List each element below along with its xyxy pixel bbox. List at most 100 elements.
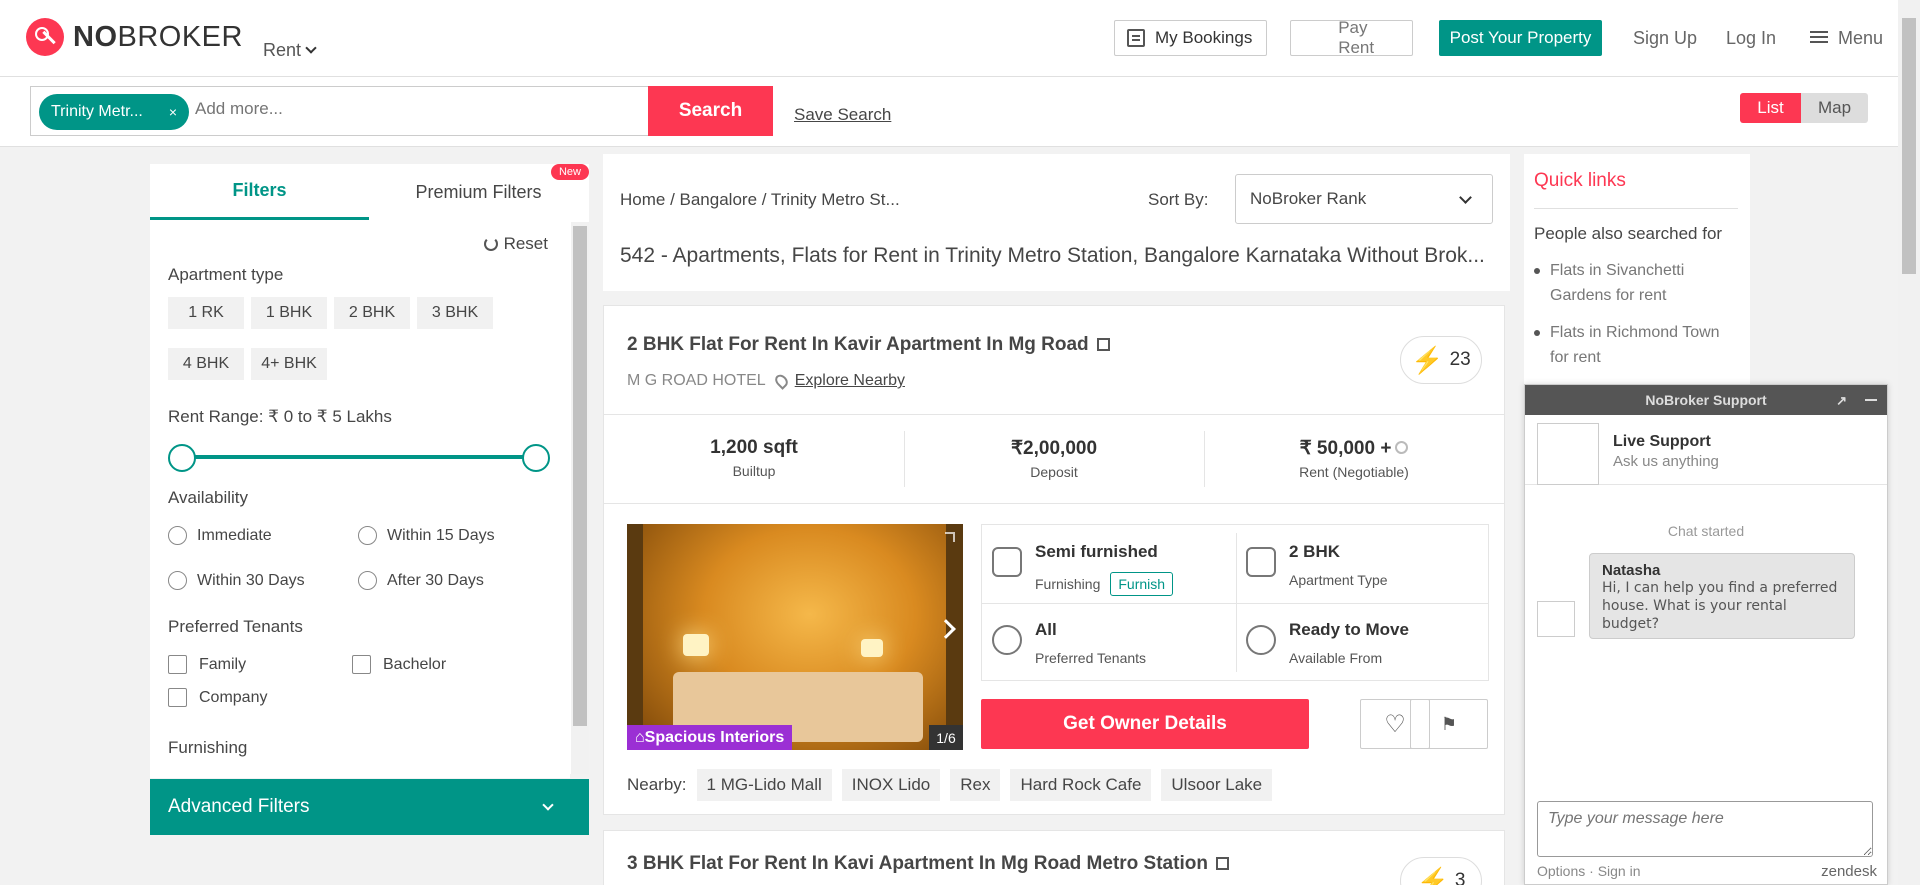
- nobroker-logo[interactable]: NOBROKER: [26, 18, 243, 56]
- post-property-button[interactable]: Post Your Property: [1439, 20, 1602, 56]
- filters-panel: Filters Premium Filters New Reset Apartm…: [150, 164, 589, 778]
- reset-button[interactable]: Reset: [483, 234, 548, 254]
- list-view-button[interactable]: List: [1740, 93, 1801, 123]
- scrollbar-thumb[interactable]: [1902, 18, 1916, 274]
- log-in-link[interactable]: Log In: [1726, 28, 1776, 49]
- page-scrollbar[interactable]: [1898, 0, 1920, 885]
- property-photo[interactable]: ⌂ Spacious Interiors 1/6: [627, 524, 963, 750]
- property-title[interactable]: 2 BHK Flat For Rent In Kavir Apartment I…: [627, 334, 1110, 356]
- zendesk-brand[interactable]: zendesk: [1821, 863, 1877, 880]
- tenant-option[interactable]: Bachelor: [352, 655, 446, 674]
- quick-links-list: Flats in Sivanchetti Gardens for rent Fl…: [1534, 258, 1740, 382]
- search-button[interactable]: Search: [648, 86, 773, 136]
- tenant-option[interactable]: Family: [168, 655, 246, 674]
- info-icon[interactable]: [1395, 441, 1409, 454]
- filter-tabs: Filters Premium Filters New: [150, 164, 589, 220]
- rent-dropdown[interactable]: Rent: [263, 40, 317, 61]
- key-icon: [1246, 625, 1276, 655]
- nearby-chip[interactable]: Hard Rock Cafe: [1010, 769, 1152, 801]
- person-icon: [992, 625, 1022, 655]
- tenant-option[interactable]: Company: [168, 688, 267, 707]
- checkbox: [168, 688, 187, 707]
- availability-option[interactable]: Within 30 Days: [168, 571, 305, 590]
- quick-link-item[interactable]: Flats in Sivanchetti Gardens for rent: [1534, 258, 1740, 308]
- external-link-icon[interactable]: [1096, 338, 1110, 351]
- property-title[interactable]: 3 BHK Flat For Rent In Kavi Apartment In…: [627, 853, 1229, 875]
- apt-type-option[interactable]: 4+ BHK: [251, 348, 327, 380]
- deposit-stat: ₹2,00,000 Deposit: [904, 415, 1204, 503]
- explore-nearby-link[interactable]: Explore Nearby: [795, 372, 905, 390]
- apt-type-option[interactable]: 1 BHK: [251, 297, 327, 329]
- save-search-link[interactable]: Save Search: [794, 105, 891, 125]
- apt-type-option[interactable]: 4 BHK: [168, 348, 244, 380]
- property-location: M G ROAD HOTEL Explore Nearby: [627, 372, 905, 390]
- chat-options-link[interactable]: Options · Sign in: [1537, 863, 1641, 879]
- lamp-shape: [861, 639, 883, 657]
- reset-icon: [483, 237, 498, 251]
- agent-info: Live Support Ask us anything: [1525, 415, 1887, 485]
- chevron-down-icon: [1459, 191, 1472, 204]
- sender-avatar: [1537, 601, 1575, 637]
- my-bookings-button[interactable]: My Bookings: [1114, 20, 1267, 56]
- radio-button: [358, 571, 377, 590]
- hamburger-menu-icon[interactable]: [1810, 31, 1828, 43]
- filters-scrollbar[interactable]: [571, 222, 589, 774]
- search-box: Trinity Metr... ×: [30, 86, 650, 136]
- availability-option[interactable]: Within 15 Days: [358, 526, 495, 545]
- external-link-icon[interactable]: [1215, 857, 1229, 870]
- location-chip[interactable]: Trinity Metr... ×: [39, 94, 189, 130]
- nearby-chip[interactable]: INOX Lido: [841, 769, 941, 801]
- breadcrumb[interactable]: Home / Bangalore / Trinity Metro St...: [620, 190, 900, 210]
- pay-rent-button[interactable]: Pay Rent: [1290, 18, 1920, 353]
- expand-icon[interactable]: [945, 532, 955, 542]
- checkbox: [168, 655, 187, 674]
- availability-option[interactable]: Immediate: [168, 526, 272, 545]
- score-badge: ⚡ 23: [1400, 336, 1482, 384]
- top-header: NOBROKER Rent My Bookings Pay Rent Post …: [0, 0, 1920, 353]
- chip-close-icon[interactable]: ×: [169, 104, 177, 120]
- building-icon: [1246, 547, 1276, 577]
- bookings-icon: [1127, 29, 1145, 47]
- logo-text: NOBROKER: [73, 20, 243, 53]
- property-details: Semi furnished Furnishing Furnish 2 BHK A…: [981, 524, 1489, 681]
- furnish-tag[interactable]: Furnish: [1110, 572, 1174, 596]
- quick-link-item[interactable]: Flats in Richmond Town for rent: [1534, 320, 1740, 370]
- advanced-filters-button[interactable]: Advanced Filters: [150, 779, 589, 835]
- chevron-down-icon: [542, 799, 554, 811]
- lightning-icon: ⚡: [1416, 865, 1449, 885]
- preferred-tenants-label: Preferred Tenants: [168, 617, 303, 636]
- apt-type-option[interactable]: 3 BHK: [417, 297, 493, 329]
- slider-min-handle[interactable]: [168, 444, 196, 472]
- report-button[interactable]: ⚑: [1410, 699, 1488, 749]
- sign-up-link[interactable]: Sign Up: [1633, 28, 1697, 49]
- slider-max-handle[interactable]: [522, 444, 550, 472]
- sort-dropdown[interactable]: NoBroker Rank: [1235, 174, 1493, 224]
- lightning-icon: ⚡: [1411, 344, 1444, 375]
- furnishing-label: Furnishing: [168, 738, 248, 757]
- rent-range-slider[interactable]: [180, 455, 536, 459]
- radio-button: [358, 526, 377, 545]
- apt-type-option[interactable]: 1 RK: [168, 297, 244, 329]
- nearby-chip[interactable]: 1 MG-Lido Mall: [696, 769, 832, 801]
- availability-option[interactable]: After 30 Days: [358, 571, 484, 590]
- chat-message-input[interactable]: [1537, 801, 1873, 857]
- menu-link[interactable]: Menu: [1838, 28, 1883, 49]
- tab-filters[interactable]: Filters: [150, 164, 369, 220]
- scrollbar-thumb[interactable]: [573, 226, 587, 726]
- property-card: 3 BHK Flat For Rent In Kavi Apartment In…: [603, 830, 1505, 885]
- apt-type-option[interactable]: 2 BHK: [334, 297, 410, 329]
- results-header: Home / Bangalore / Trinity Metro St... S…: [603, 154, 1510, 291]
- popout-icon[interactable]: ↗: [1836, 393, 1847, 409]
- sort-label: Sort By:: [1148, 190, 1209, 209]
- map-view-button[interactable]: Map: [1801, 93, 1868, 123]
- get-owner-details-button[interactable]: Get Owner Details: [981, 699, 1309, 749]
- home-icon: ⌂: [635, 728, 645, 746]
- chat-message: Natasha Hi, I can help you find a prefer…: [1589, 553, 1855, 639]
- radio-button: [168, 526, 187, 545]
- results-title: 542 - Apartments, Flats for Rent in Trin…: [620, 244, 1485, 267]
- nearby-chip[interactable]: Rex: [950, 769, 1001, 801]
- nearby-chip[interactable]: Ulsoor Lake: [1161, 769, 1273, 801]
- minimize-icon[interactable]: [1865, 399, 1877, 401]
- search-input[interactable]: [195, 99, 615, 119]
- chat-header[interactable]: NoBroker Support ↗: [1525, 385, 1887, 415]
